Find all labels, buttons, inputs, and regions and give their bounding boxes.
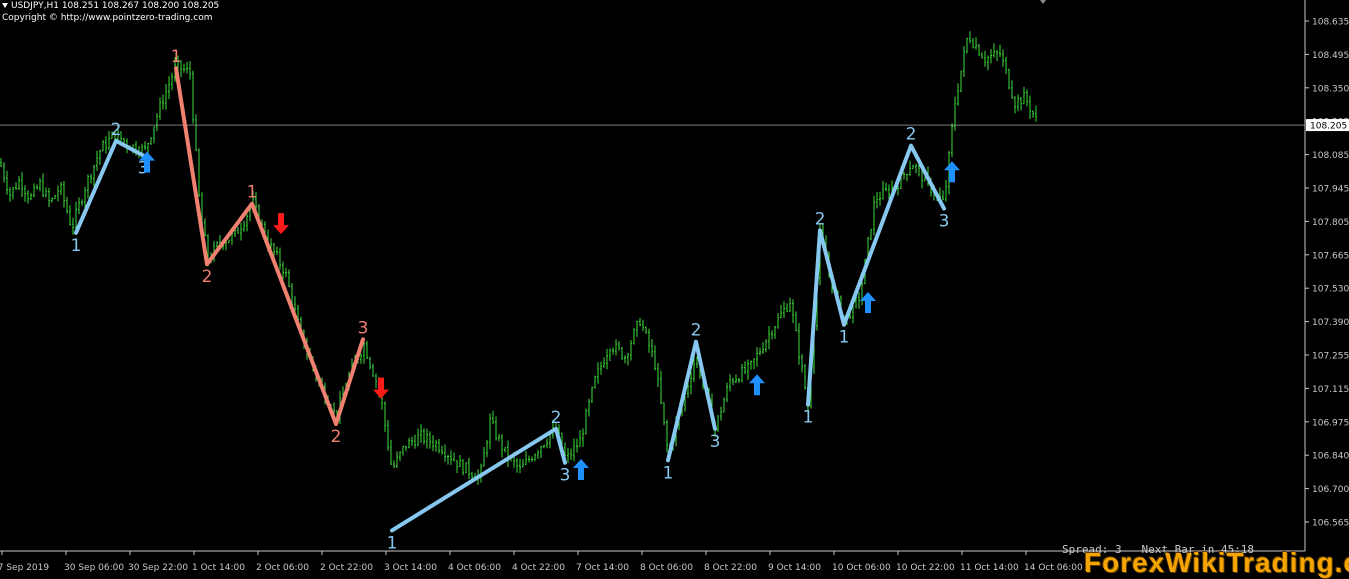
wave-label: 2 <box>815 209 826 229</box>
arrow-down-icon <box>373 377 389 399</box>
wave-label: 1 <box>71 236 82 256</box>
time-tick-label: 1 Oct 14:00 <box>192 563 245 573</box>
symbol-info: USDJPY,H1 108.251 108.267 108.200 108.20… <box>2 1 219 11</box>
price-chart[interactable]: 12312123123 12312123108.635108.495108.350… <box>0 0 1349 576</box>
price-tick-label: 108.085 <box>1312 151 1349 161</box>
time-tick-label: 3 Oct 14:00 <box>384 563 437 573</box>
wave-label: 1 <box>247 183 258 203</box>
time-tick-label: 7 Oct 14:00 <box>576 563 629 573</box>
wave-line-1 <box>174 66 365 426</box>
price-tick-label: 108.495 <box>1312 51 1349 61</box>
price-tick-label: 108.350 <box>1312 84 1349 94</box>
arrow-up-icon <box>573 458 589 480</box>
wave-label: 2 <box>551 408 562 428</box>
time-tick-label: 30 Sep 06:00 <box>64 563 124 573</box>
wave-line-3 <box>666 339 717 463</box>
time-tick-label: 4 Oct 06:00 <box>448 563 501 573</box>
price-tick-label: 106.565 <box>1312 519 1349 529</box>
price-tick-label: 106.700 <box>1312 485 1349 495</box>
wave-label: 2 <box>906 125 917 145</box>
wave-label: 2 <box>111 120 122 140</box>
wave-label: 3 <box>358 318 369 338</box>
wave-line-0 <box>74 138 145 235</box>
time-tick-label: 8 Oct 22:00 <box>704 563 757 573</box>
time-tick-label: 2 Oct 06:00 <box>256 563 309 573</box>
wave-label: 3 <box>560 466 571 486</box>
price-tick-label: 107.945 <box>1312 185 1349 195</box>
wave-label: 2 <box>691 321 702 341</box>
wave-label: 1 <box>171 47 182 67</box>
dropdown-triangle-icon[interactable] <box>2 3 8 8</box>
arrow-up-icon <box>944 161 960 183</box>
time-tick-label: 9 Oct 14:00 <box>768 563 821 573</box>
price-tick-label: 106.840 <box>1312 452 1349 462</box>
symbol-line: USDJPY,H1 108.251 108.267 108.200 108.20… <box>11 1 220 11</box>
wave-label: 1 <box>663 463 674 483</box>
wave-label: 2 <box>331 427 342 447</box>
wave-label: 3 <box>710 432 721 452</box>
wave-line-4 <box>806 143 946 407</box>
chart-shift-marker-icon[interactable] <box>1040 0 1046 4</box>
wave-label: 1 <box>839 328 850 348</box>
time-tick-label: 10 Oct 22:00 <box>896 563 955 573</box>
price-tick-label: 106.975 <box>1312 418 1349 428</box>
price-tick-label: 107.390 <box>1312 318 1349 328</box>
time-tick-label: 11 Oct 14:00 <box>960 563 1019 573</box>
price-tick-label: 107.530 <box>1312 285 1349 295</box>
time-tick-label: 14 Oct 06:00 <box>1024 563 1083 573</box>
wave-label: 3 <box>939 212 950 232</box>
price-tick-label: 107.115 <box>1312 385 1349 395</box>
wave-label: 1 <box>387 533 398 553</box>
arrow-down-icon <box>273 213 289 235</box>
arrow-up-icon <box>749 374 765 396</box>
time-tick-label: 30 Sep 22:00 <box>128 563 188 573</box>
time-tick-label: 8 Oct 06:00 <box>640 563 693 573</box>
price-tick-label: 107.255 <box>1312 352 1349 362</box>
time-tick-label: 10 Oct 06:00 <box>832 563 891 573</box>
price-tick-label: 107.665 <box>1312 251 1349 261</box>
time-tick-label: 2 Oct 22:00 <box>320 563 373 573</box>
price-tick-label: 107.805 <box>1312 218 1349 228</box>
time-tick-label: 27 Sep 2019 <box>0 563 49 573</box>
price-tick-label: 108.635 <box>1312 18 1349 28</box>
copyright-text: Copyright © http://www.pointzero-trading… <box>2 13 213 23</box>
watermark: ForexWikiTrading.com <box>1084 547 1349 578</box>
wave-label: 2 <box>202 267 213 287</box>
time-tick-label: 4 Oct 22:00 <box>512 563 565 573</box>
wave-label: 1 <box>803 408 814 428</box>
current-price-label: 108.205 <box>1310 122 1347 132</box>
